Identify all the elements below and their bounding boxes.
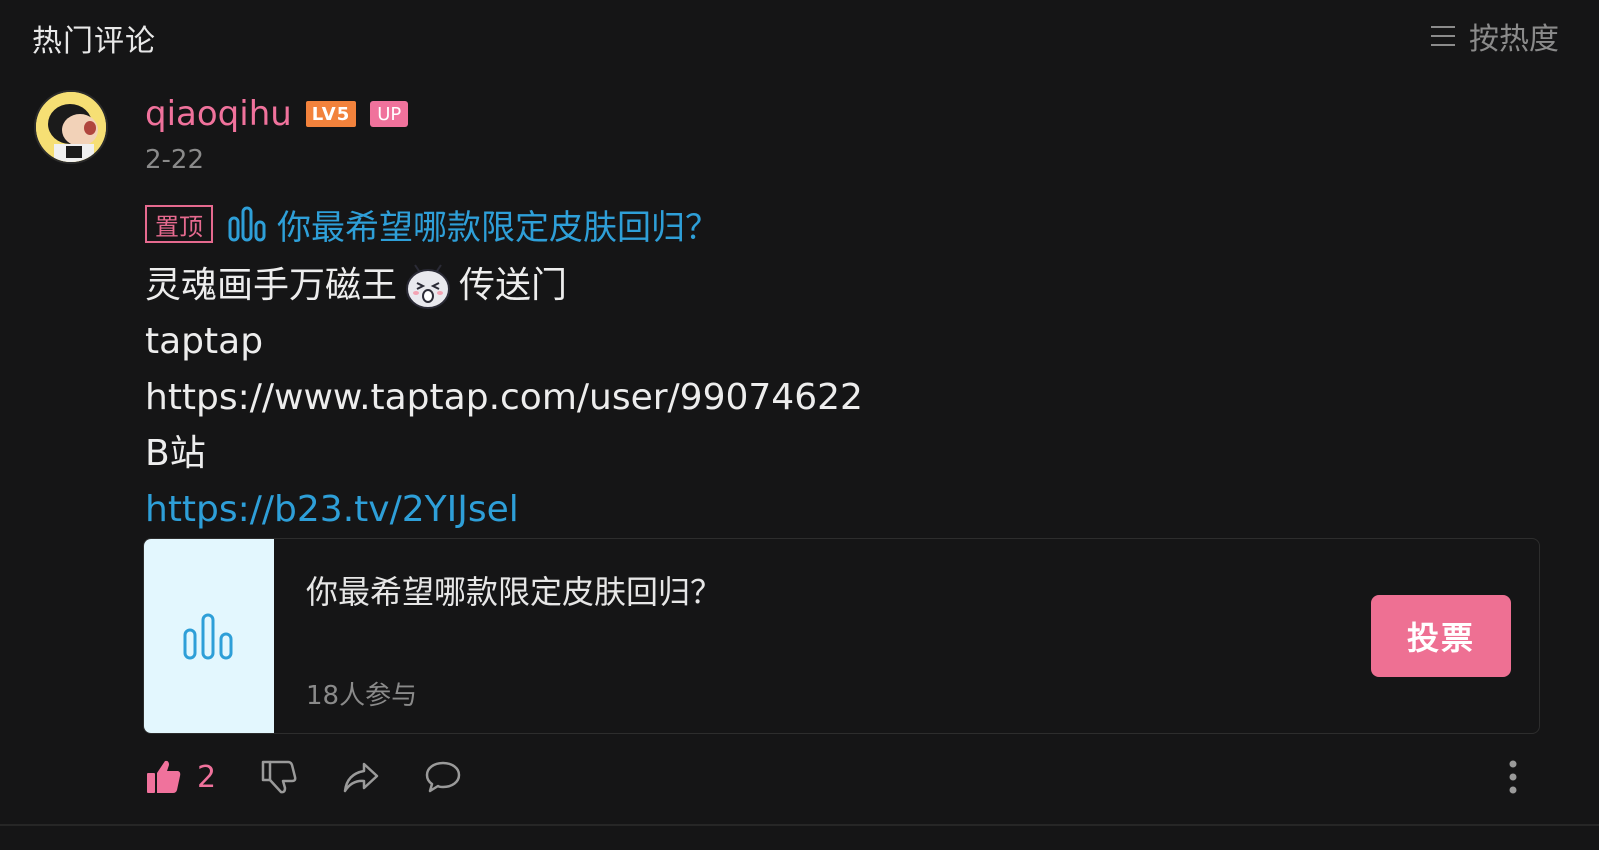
comments-header: 热门评论 按热度 [0, 0, 1599, 72]
pinned-title-row: 置顶 你最希望哪款限定皮肤回归？ [145, 200, 719, 249]
share-button[interactable] [342, 758, 380, 796]
thumbs-up-icon [147, 760, 181, 793]
like-button[interactable]: 2 [145, 758, 216, 796]
thumbs-down-icon [261, 760, 297, 794]
pin-tag: 置顶 [145, 205, 213, 243]
avatar-image [36, 92, 106, 162]
sort-label: 按热度 [1469, 22, 1559, 57]
menu-lines-icon [1431, 26, 1455, 46]
content-line: https://www.taptap.com/user/99074622 [145, 377, 863, 418]
content-line: taptap [145, 321, 264, 362]
bar-chart-icon [183, 613, 233, 660]
comment-icon [425, 761, 461, 793]
user-info-row: qiaoqihu LV5 UP [145, 92, 409, 136]
dislike-button[interactable] [260, 758, 298, 796]
vote-title-link[interactable]: 你最希望哪款限定皮肤回归？ [227, 200, 719, 249]
like-count: 2 [197, 759, 217, 795]
comment-actions: 2 [145, 752, 1535, 802]
username[interactable]: qiaoqihu [145, 94, 292, 134]
content-line: B站 [145, 433, 206, 474]
emoji-face-icon [406, 264, 451, 309]
content-line: 灵魂画手万磁王 传送门 [145, 258, 1525, 314]
sort-button[interactable]: 按热度 [1429, 14, 1559, 58]
reply-button[interactable] [424, 758, 462, 796]
share-icon [343, 762, 379, 793]
vote-card[interactable]: 你最希望哪款限定皮肤回归？ 18人参与 投票 [143, 538, 1540, 734]
section-title: 热门评论 [32, 24, 156, 59]
comment-date: 2-22 [145, 145, 205, 175]
vote-card-thumbnail [144, 539, 274, 733]
more-vertical-icon [1509, 760, 1517, 794]
level-badge: LV5 [305, 101, 357, 127]
up-badge: UP [370, 101, 409, 127]
comment-content: 灵魂画手万磁王 传送门 taptap https://www.taptap.co… [145, 258, 1525, 538]
more-button[interactable] [1501, 758, 1525, 796]
vote-button[interactable]: 投票 [1371, 595, 1511, 677]
content-text: 灵魂画手万磁王 [145, 265, 398, 306]
vote-participants: 18人参与 [306, 681, 418, 711]
vote-card-title: 你最希望哪款限定皮肤回归？ [306, 573, 723, 611]
avatar[interactable] [34, 90, 108, 164]
vote-title-text: 你最希望哪款限定皮肤回归？ [277, 207, 719, 248]
content-link[interactable]: https://b23.tv/2YIJsel [145, 482, 1525, 538]
bar-chart-icon [228, 206, 266, 242]
divider [0, 824, 1599, 826]
content-text: 传送门 [459, 265, 568, 306]
